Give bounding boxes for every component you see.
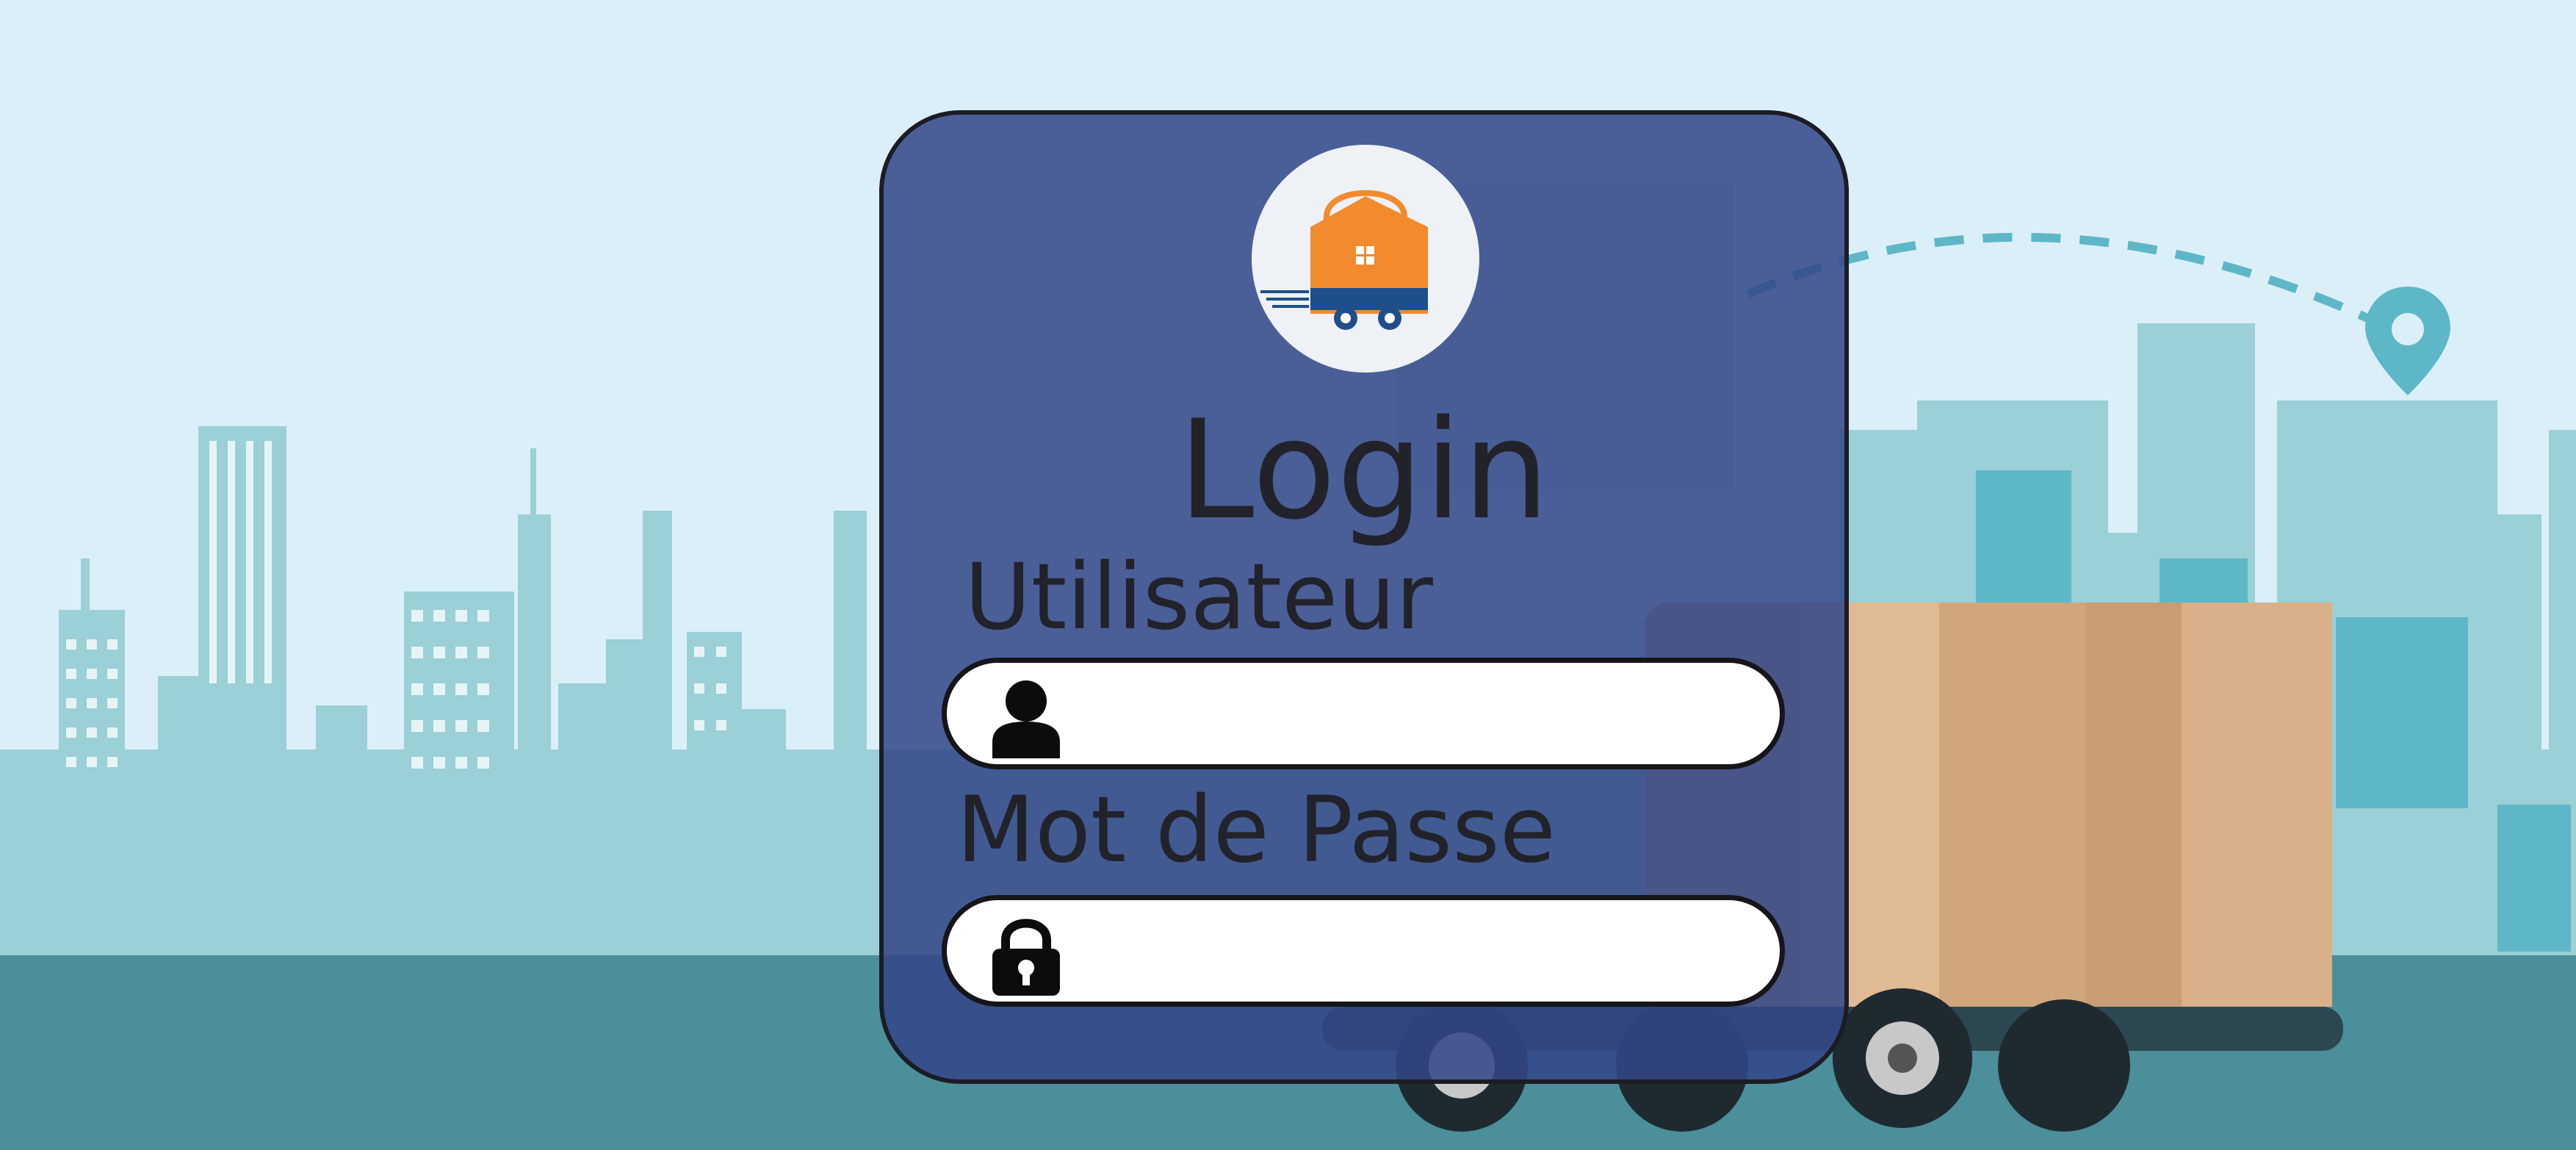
username-input[interactable] bbox=[1086, 679, 1750, 751]
password-label: Mot de Passe bbox=[956, 777, 1556, 883]
username-label: Utilisateur bbox=[964, 545, 1433, 650]
password-input[interactable] bbox=[1086, 916, 1750, 988]
logo bbox=[1252, 145, 1479, 373]
username-field[interactable] bbox=[942, 658, 1785, 769]
house-delivery-truck-logo-icon bbox=[1260, 190, 1428, 330]
lock-icon bbox=[992, 919, 1060, 996]
password-field[interactable] bbox=[942, 895, 1785, 1007]
user-icon bbox=[992, 680, 1060, 758]
login-title: Login bbox=[1177, 390, 1551, 550]
